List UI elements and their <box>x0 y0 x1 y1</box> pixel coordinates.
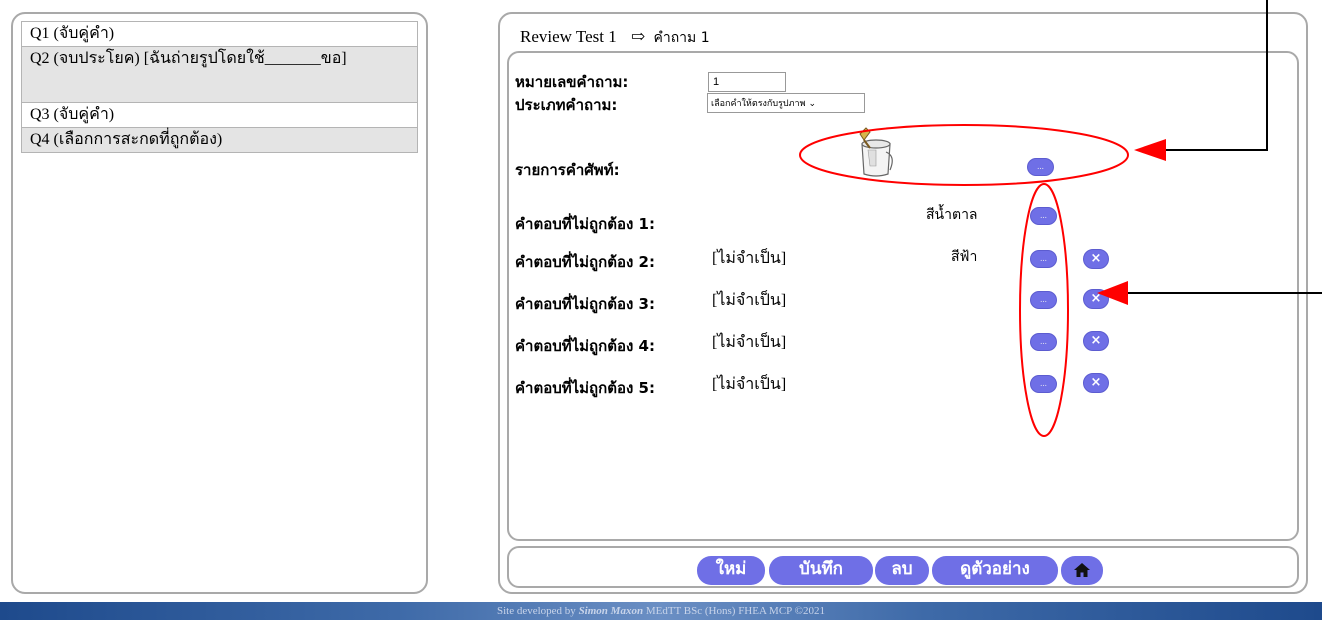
wrong-answer-1-word: สีน้ำตาล <box>926 207 978 223</box>
wrong-answer-1-pick-button[interactable]: ... <box>1030 207 1057 225</box>
preview-button[interactable]: ดูตัวอย่าง <box>932 556 1058 585</box>
question-item-4[interactable]: Q4 (เลือกการสะกดที่ถูกต้อง) <box>21 127 418 153</box>
footer-author: Simon Maxon <box>578 605 644 617</box>
question-item-3[interactable]: Q3 (จับคู่คำ) <box>21 102 418 128</box>
question-item-1[interactable]: Q1 (จับคู่คำ) <box>21 21 418 47</box>
wrong-answer-2-word: สีฟ้า <box>951 249 978 265</box>
question-reference: คำถาม 1 <box>653 30 710 46</box>
wrong-answer-2-label: คำตอบที่ไม่ถูกต้อง 2: <box>515 253 655 271</box>
question-type-label: ประเภทคำถาม: <box>515 96 618 114</box>
question-type-select[interactable]: เลือกคำให้ตรงกับรูปภาพ ⌄ <box>707 93 865 113</box>
wrong-answer-3-optional: [ไม่จำเป็น] <box>712 292 787 309</box>
wrong-answer-4-remove-button[interactable]: × <box>1083 331 1109 351</box>
wrong-answer-5-optional: [ไม่จำเป็น] <box>712 376 787 393</box>
wrong-answer-5-pick-button[interactable]: ... <box>1030 375 1057 393</box>
delete-button[interactable]: ลบ <box>875 556 929 585</box>
wrong-answer-4-label: คำตอบที่ไม่ถูกต้อง 4: <box>515 337 655 355</box>
question-item-2[interactable]: Q2 (จบประโยค) [ฉันถ่ายรูปโดยใช้_______ขอ… <box>21 46 418 103</box>
wrong-answer-5-remove-button[interactable]: × <box>1083 373 1109 393</box>
question-number-label: หมายเลขคำถาม: <box>515 73 629 91</box>
vocab-pick-button[interactable]: ... <box>1027 158 1054 176</box>
wrong-answer-3-label: คำตอบที่ไม่ถูกต้อง 3: <box>515 295 655 313</box>
site-footer: Site developed by Simon Maxon MEdTT BSc … <box>0 602 1322 620</box>
wrong-answer-1-label: คำตอบที่ไม่ถูกต้อง 1: <box>515 215 655 233</box>
wrong-answer-3-pick-button[interactable]: ... <box>1030 291 1057 309</box>
wrong-answer-3-remove-button[interactable]: × <box>1083 289 1109 309</box>
footer-credentials: MEdTT BSc (Hons) FHEA MCP ©2021 <box>645 605 825 617</box>
question-type-value: เลือกคำให้ตรงกับรูปภาพ <box>711 99 806 109</box>
vocab-list-label: รายการคำศัพท์: <box>515 161 620 179</box>
wrong-answer-4-optional: [ไม่จำเป็น] <box>712 334 787 351</box>
save-button[interactable]: บันทึก <box>769 556 873 585</box>
footer-prefix: Site developed by <box>496 605 576 617</box>
wrong-answer-2-remove-button[interactable]: × <box>1083 249 1109 269</box>
question-list-panel: Q1 (จับคู่คำ) Q2 (จบประโยค) [ฉันถ่ายรูปโ… <box>11 12 428 594</box>
wrong-answer-4-pick-button[interactable]: ... <box>1030 333 1057 351</box>
test-name: Review Test 1 <box>520 27 617 46</box>
editor-toolbar: ใหม่ บันทึก ลบ ดูตัวอย่าง <box>507 546 1299 588</box>
wrong-answer-2-optional: [ไม่จำเป็น] <box>712 250 787 267</box>
new-button[interactable]: ใหม่ <box>697 556 765 585</box>
wrong-answer-5-label: คำตอบที่ไม่ถูกต้อง 5: <box>515 379 655 397</box>
paint-bucket-image <box>852 126 900 178</box>
wrong-answer-2-pick-button[interactable]: ... <box>1030 250 1057 268</box>
home-icon <box>1074 563 1090 577</box>
question-editor-panel: Review Test 1 ⇨ คำถาม 1 หมายเลขคำถาม: ปร… <box>498 12 1308 594</box>
editor-title: Review Test 1 ⇨ คำถาม 1 <box>520 27 710 49</box>
chevron-down-icon: ⌄ <box>808 99 816 109</box>
question-number-input[interactable] <box>708 72 786 92</box>
arrow-right-icon: ⇨ <box>630 27 646 46</box>
home-button[interactable] <box>1061 556 1103 585</box>
question-list: Q1 (จับคู่คำ) Q2 (จบประโยค) [ฉันถ่ายรูปโ… <box>21 21 418 153</box>
